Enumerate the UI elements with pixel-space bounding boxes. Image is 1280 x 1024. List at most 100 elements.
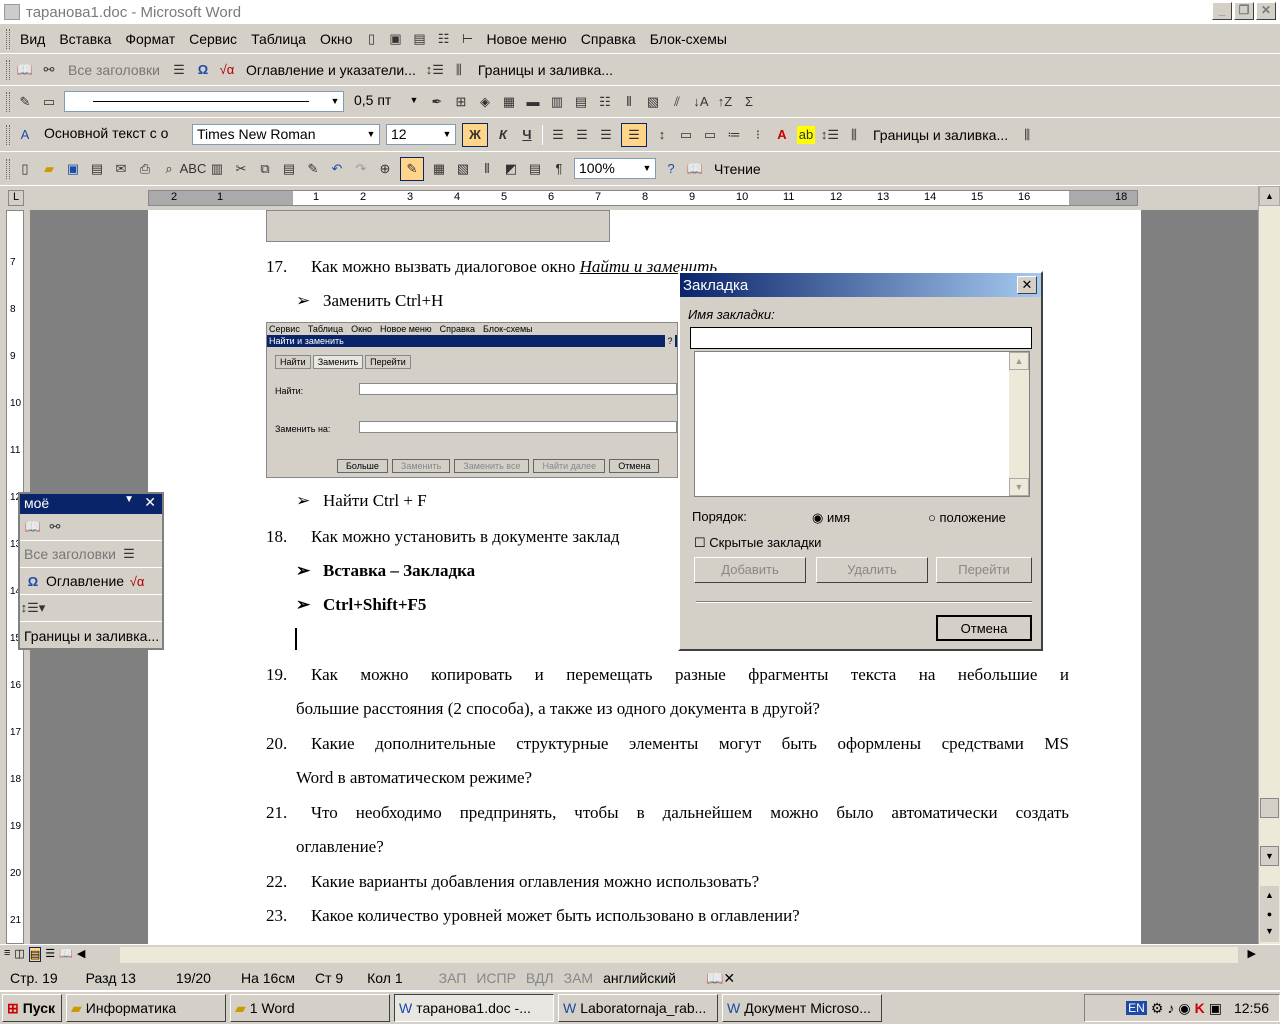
equation-icon[interactable]: √α	[218, 61, 236, 79]
bookmark-list[interactable]: ▲ ▼	[694, 351, 1030, 497]
autoformat-icon[interactable]: ▧	[644, 93, 662, 111]
borders-icon[interactable]: ⫼	[845, 126, 863, 144]
print-preview-icon[interactable]: ⌕	[160, 160, 178, 178]
spacing-icon[interactable]: ↕☰	[821, 126, 839, 144]
chevron-down-icon[interactable]: ▼	[364, 126, 378, 143]
borders-icon[interactable]: ⫼	[1018, 126, 1036, 144]
styles-icon[interactable]: A	[16, 126, 34, 144]
status-ovr[interactable]: ЗАМ	[564, 970, 593, 986]
restore-button[interactable]: ❐	[1234, 2, 1254, 20]
task-word-group[interactable]: ▰ 1 Word	[230, 994, 390, 1022]
toc-button[interactable]: Оглавление	[46, 573, 124, 589]
structure-icon[interactable]: ⊢	[459, 30, 477, 48]
menu-tools[interactable]: Сервис	[185, 29, 241, 49]
menu-window[interactable]: Окно	[316, 29, 357, 49]
task-laboratornaja[interactable]: W Laboratornaja_rab...	[558, 994, 718, 1022]
underline-button[interactable]: Ч	[518, 126, 536, 144]
menu-insert[interactable]: Вставка	[55, 29, 115, 49]
antivirus-icon[interactable]: ◉	[1178, 1000, 1190, 1017]
print-icon[interactable]: ⎙	[136, 160, 154, 178]
task-informatika[interactable]: ▰ Информатика	[66, 994, 226, 1022]
chevron-down-icon[interactable]: ▼	[440, 126, 454, 143]
task-document[interactable]: W Документ Microso...	[722, 994, 882, 1022]
insert-excel-icon[interactable]: ▧	[454, 160, 472, 178]
chevron-down-icon[interactable]: ▼	[640, 160, 654, 177]
size-combo[interactable]: 12 ▼	[386, 124, 456, 145]
bookmark-name-input[interactable]	[690, 327, 1032, 349]
word-app-icon[interactable]	[4, 4, 20, 20]
binoculars-icon[interactable]: ⚯	[40, 61, 58, 79]
browse-object-button[interactable]: ●	[1260, 906, 1279, 922]
copy-icon[interactable]: ⧉	[256, 160, 274, 178]
doc-map-icon[interactable]: ▤	[526, 160, 544, 178]
order-name-radio[interactable]: ◉ имя	[812, 510, 850, 526]
delete-button[interactable]: Удалить	[816, 557, 928, 583]
horizontal-ruler[interactable]: L 2 1 1 2 3 4 5 6 7 8 9 10 11 12 13 14 15 16 18	[0, 186, 1280, 210]
normal-view-icon[interactable]: ≡	[4, 947, 10, 962]
hidden-bookmarks-checkbox[interactable]: ☐ Скрытые закладки	[694, 535, 821, 551]
help-icon[interactable]: ?	[662, 160, 680, 178]
reading-view-icon[interactable]: 📖	[59, 947, 73, 962]
columns-icon[interactable]: ⫴	[478, 160, 496, 178]
hyperlink-icon[interactable]: ⊕	[376, 160, 394, 178]
monitor-icon[interactable]: ▣	[1209, 1000, 1222, 1017]
scroll-up-button[interactable]: ▲	[1009, 352, 1029, 370]
paste-icon[interactable]: ▤	[280, 160, 298, 178]
toolbar-options-icon[interactable]: ▼	[124, 494, 134, 505]
outdent-icon[interactable]: ▭	[701, 126, 719, 144]
bookmark-list-scrollbar[interactable]: ▲ ▼	[1009, 352, 1029, 496]
scroll-left-icon[interactable]: ◀	[77, 947, 85, 962]
italic-button[interactable]: К	[494, 126, 512, 144]
toolbar-grip[interactable]	[6, 59, 10, 80]
network-icon[interactable]: ⚙	[1151, 1000, 1164, 1017]
line-spacing-icon[interactable]: ↕☰▾	[21, 599, 46, 617]
borders-icon[interactable]: ⫼	[450, 61, 468, 79]
tables-borders-icon[interactable]: ✎	[400, 156, 424, 181]
equation-icon[interactable]: √α	[128, 572, 146, 590]
align-icon[interactable]: ▤	[572, 93, 590, 111]
add-button[interactable]: Добавить	[694, 557, 806, 583]
toc-button[interactable]: Оглавление и указатели...	[242, 60, 420, 80]
menu-flowcharts[interactable]: Блок-схемы	[646, 29, 731, 49]
minimize-button[interactable]: _	[1212, 2, 1232, 20]
distribute-cols-icon[interactable]: ⫴	[620, 93, 638, 111]
task-taranova[interactable]: Wтаранова1.doc -...	[394, 994, 554, 1022]
headings-list-icon[interactable]: ☰	[120, 545, 138, 563]
status-ext[interactable]: ВДЛ	[526, 970, 554, 986]
sort-desc-icon[interactable]: ↑Z	[716, 93, 734, 111]
chevron-down-icon[interactable]: ▼	[328, 93, 342, 110]
order-position-radio[interactable]: ○ положение	[928, 510, 1006, 525]
cancel-button[interactable]: Отмена	[936, 615, 1032, 641]
horizontal-scrollbar[interactable]: ≡ ◫ ▤ ☰ 📖 ◀ ▶	[0, 944, 1280, 966]
research-icon[interactable]: ▥	[208, 160, 226, 178]
line-spacing-icon[interactable]: ↕	[653, 126, 671, 144]
book-icon[interactable]: 📖	[24, 518, 42, 536]
outline-icon[interactable]: ☷	[435, 30, 453, 48]
outline-view-icon[interactable]: ☰	[45, 947, 55, 962]
new-doc-icon[interactable]: ▯	[363, 30, 381, 48]
hscroll-track[interactable]	[120, 947, 1238, 963]
textbox-icon[interactable]: ▤	[411, 30, 429, 48]
scroll-down-button[interactable]: ▼	[1260, 846, 1279, 866]
distribute-rows-icon[interactable]: ☷	[596, 93, 614, 111]
insert-table-icon[interactable]: ▦	[500, 93, 518, 111]
floating-toolbar-header[interactable]: моё ▼ ✕	[20, 494, 162, 514]
scroll-down-button[interactable]: ▼	[1009, 478, 1029, 496]
start-button[interactable]: ⊞ Пуск	[2, 994, 62, 1022]
text-direction-icon[interactable]: ⫽	[668, 93, 686, 111]
toolbar-grip[interactable]	[6, 28, 10, 49]
next-page-button[interactable]: ▼	[1260, 922, 1279, 942]
print-layout-icon[interactable]: ▤	[28, 947, 42, 962]
undo-icon[interactable]: ↶	[328, 160, 346, 178]
numbering-icon[interactable]: ≔	[725, 126, 743, 144]
align-right-icon[interactable]: ☰	[597, 126, 615, 144]
all-headings-button[interactable]: Все заголовки	[64, 60, 164, 80]
sort-asc-icon[interactable]: ↓A	[692, 93, 710, 111]
borders-button[interactable]: Границы и заливка...	[869, 125, 1012, 145]
status-rec[interactable]: ЗАП	[439, 970, 467, 986]
status-trk[interactable]: ИСПР	[476, 970, 516, 986]
insert-table-icon[interactable]: ▦	[430, 160, 448, 178]
menu-help[interactable]: Справка	[577, 29, 640, 49]
reading-icon[interactable]: 📖	[686, 160, 704, 178]
spelling-icon[interactable]: ABC	[180, 160, 207, 178]
